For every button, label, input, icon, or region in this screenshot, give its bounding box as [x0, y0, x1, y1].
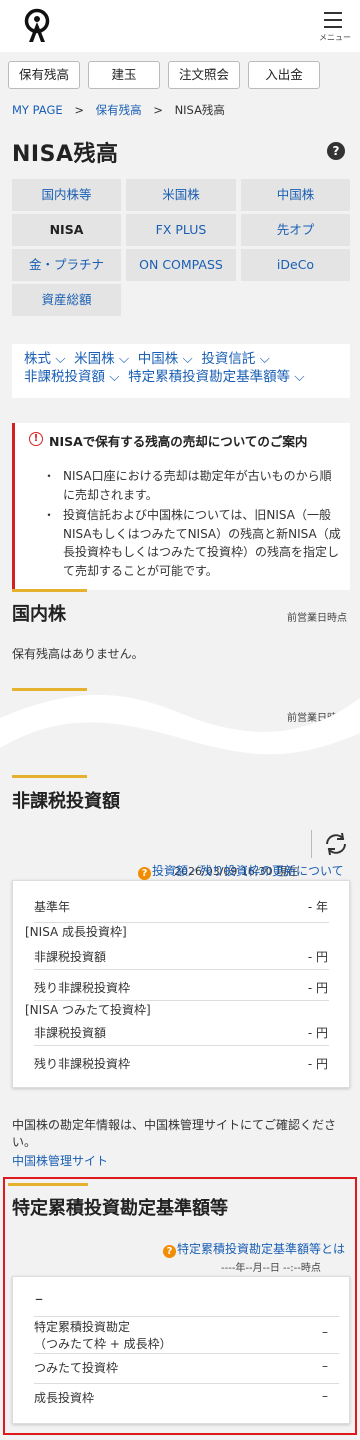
anchor-china-stocks[interactable]: 中国株 ⌵: [138, 351, 193, 367]
question-icon: ?: [138, 867, 151, 880]
hamburger-menu-icon[interactable]: [322, 10, 348, 30]
tsumitate-quota-label: つみたて投資枠: [34, 1361, 119, 1375]
base-year-value: - 年: [307, 900, 328, 914]
section-accent-bar: [8, 1183, 88, 1186]
growth-quota-label: 成長投資枠: [34, 1391, 95, 1405]
anchor-funds[interactable]: 投資信託 ⌵: [201, 351, 270, 367]
sell-notice-box: ! NISAで保有する残高の売却についてのご案内 NISA口座における売却は勘定…: [12, 423, 350, 590]
tab-total-assets[interactable]: 資産総額: [12, 284, 121, 316]
app-header: メニュー: [0, 0, 360, 52]
domestic-empty-text: 保有残高はありません。: [12, 647, 144, 661]
positions-button[interactable]: 建玉: [88, 61, 160, 89]
section-anchor-links: 株式 ⌵ 米国株 ⌵ 中国株 ⌵ 投資信託 ⌵ 非課税投資額 ⌵ 特定累積投資勘…: [12, 344, 350, 398]
page-break-wave: [0, 694, 360, 755]
breadcrumb: MY PAGE > 保有残高 > NISA残高: [12, 102, 225, 118]
breadcrumb-sep: >: [74, 103, 84, 117]
domestic-as-of: 前営業日時点: [287, 613, 347, 624]
tab-us-stocks[interactable]: 米国株: [126, 179, 236, 211]
specified-total-label: 特定累積投資勘定 （つみたて枠 + 成長枠）: [34, 1320, 172, 1351]
question-icon: ?: [163, 1245, 176, 1258]
holdings-button[interactable]: 保有残高: [8, 61, 80, 89]
anchor-stocks[interactable]: 株式 ⌵: [24, 351, 66, 367]
deposit-withdraw-button[interactable]: 入出金: [248, 61, 320, 89]
anchor-us-stocks[interactable]: 米国株 ⌵: [74, 351, 129, 367]
tsumitate-remaining-value: - 円: [307, 1057, 328, 1071]
refresh-icon[interactable]: [323, 832, 349, 856]
tab-domestic-stocks[interactable]: 国内株等: [12, 179, 121, 211]
divider: [34, 1383, 339, 1384]
tsumitate-remaining-label: 残り非課税投資枠: [34, 1057, 131, 1071]
section-accent-bar: [12, 589, 87, 592]
divider: [34, 1045, 329, 1046]
tsumitate-invested-value: - 円: [307, 1026, 328, 1040]
domestic-section-title: 国内株: [12, 604, 66, 625]
tab-gold-platinum[interactable]: 金・プラチナ: [12, 249, 121, 281]
tab-china-stocks[interactable]: 中国株: [241, 179, 350, 211]
breadcrumb-sep: >: [153, 103, 163, 117]
growth-invested-value: - 円: [307, 950, 328, 964]
specified-help-link[interactable]: ? 特定累積投資勘定基準額等とは: [163, 1240, 345, 1258]
tab-futures-options[interactable]: 先オプ: [241, 214, 350, 246]
tab-nisa[interactable]: NISA: [12, 214, 121, 246]
brand-logo-icon[interactable]: [22, 8, 52, 44]
specified-top-value: –: [35, 1289, 43, 1308]
specified-total-value: –: [322, 1325, 328, 1339]
divider: [34, 1353, 339, 1354]
tax-free-section-title: 非課税投資額: [12, 791, 120, 812]
specified-section-title: 特定累積投資勘定基準額等: [12, 1198, 228, 1219]
page-title: NISA残高: [12, 142, 119, 167]
breadcrumb-current: NISA残高: [174, 103, 225, 117]
growth-remaining-label: 残り非課税投資枠: [34, 981, 131, 995]
tsumitate-invested-label: 非課税投資額: [34, 1026, 107, 1040]
china-note: 中国株の勘定年情報は、中国株管理サイトにてご確認ください。: [12, 1118, 337, 1149]
tsumitate-quota-value: –: [322, 1359, 328, 1373]
specified-card: – 特定累積投資勘定 （つみたて枠 + 成長枠） – つみたて投資枠 – 成長投…: [12, 1276, 350, 1424]
growth-quota-value: –: [322, 1389, 328, 1403]
alert-icon: !: [29, 432, 43, 446]
divider: [311, 830, 312, 858]
section-accent-bar: [12, 775, 87, 778]
menu-label[interactable]: メニュー: [315, 32, 355, 43]
anchor-specified[interactable]: 特定累積投資勘定基準額等 ⌵: [128, 369, 305, 385]
notice-list: NISA口座における売却は勘定年が古いものから順に売却されます。 投資信託および…: [43, 467, 341, 582]
order-inquiry-button[interactable]: 注文照会: [168, 61, 240, 89]
divider: [34, 969, 329, 970]
tab-ideco[interactable]: iDeCo: [241, 249, 350, 281]
help-icon[interactable]: ?: [327, 142, 345, 160]
tax-free-card: 基準年 - 年 [NISA 成長投資枠] 非課税投資額 - 円 残り非課税投資枠…: [12, 880, 350, 1088]
growth-invested-label: 非課税投資額: [34, 950, 107, 964]
tab-fx-plus[interactable]: FX PLUS: [126, 214, 236, 246]
list-item: NISA口座における売却は勘定年が古いものから順に売却されます。: [43, 467, 341, 504]
tax-free-help-link[interactable]: ? 投資額／残り投資枠の更新について: [138, 862, 344, 880]
breadcrumb-home-link[interactable]: MY PAGE: [12, 103, 63, 117]
tsumitate-quota-header: [NISA つみたて投資枠]: [25, 1003, 151, 1017]
divider: [34, 1316, 339, 1317]
tab-on-compass[interactable]: ON COMPASS: [126, 249, 236, 281]
base-year-label: 基準年: [34, 900, 71, 914]
growth-quota-header: [NISA 成長投資枠]: [25, 925, 127, 939]
specified-as-of: ----年--月--日 --:--時点: [221, 1263, 321, 1274]
notice-title: NISAで保有する残高の売却についてのご案内: [49, 434, 308, 449]
anchor-tax-free[interactable]: 非課税投資額 ⌵: [24, 369, 120, 385]
china-site-link[interactable]: 中国株管理サイト: [12, 1152, 108, 1169]
growth-remaining-value: - 円: [307, 981, 328, 995]
list-item: 投資信託および中国株については、旧NISA（一般NISAもしくはつみたてNISA…: [43, 506, 341, 580]
breadcrumb-parent-link[interactable]: 保有残高: [96, 103, 142, 117]
